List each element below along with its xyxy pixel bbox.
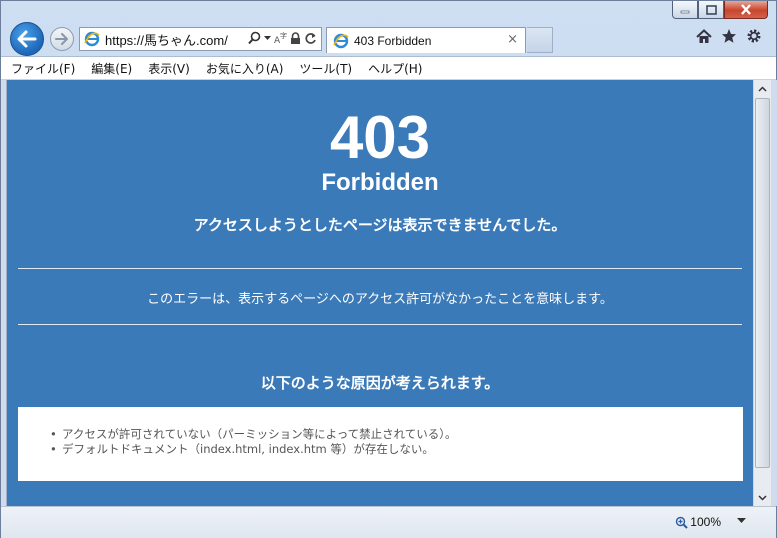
forward-arrow-icon: [55, 33, 68, 45]
maximize-icon: [705, 4, 717, 15]
menu-bar: ファイル(F) 編集(E) 表示(V) お気に入り(A) ツール(T) ヘルプ(…: [1, 56, 776, 80]
search-icon[interactable]: [248, 31, 261, 45]
reason-item: デフォルトドキュメント（index.html, index.htm 等）が存在し…: [50, 442, 457, 457]
favorites-star-icon[interactable]: [721, 28, 737, 44]
address-bar[interactable]: https://馬ちゃん.com/ A字: [79, 27, 322, 51]
reasons-list: アクセスが許可されていない（パーミッション等によって禁止されている）。 デフォル…: [50, 427, 457, 457]
menu-tools[interactable]: ツール(T): [299, 60, 352, 77]
scrollbar-thumb[interactable]: [755, 98, 770, 468]
browser-window: https://馬ちゃん.com/ A字 403 Forbidden × ファイ…: [0, 0, 777, 538]
minimize-icon: [680, 10, 690, 13]
divider-top: [18, 268, 742, 269]
status-bar: 100%: [1, 506, 776, 538]
reasons-box: アクセスが許可されていない（パーミッション等によって禁止されている）。 デフォル…: [18, 407, 743, 481]
menu-favorites[interactable]: お気に入り(A): [206, 60, 284, 77]
address-tools: A字: [248, 31, 317, 45]
address-text: https://馬ちゃん.com/: [105, 32, 228, 48]
page-viewport: 403 Forbidden アクセスしようとしたページは表示できませんでした。 …: [7, 80, 753, 506]
compatibility-icon[interactable]: A字: [274, 31, 287, 45]
error-status: Forbidden: [321, 169, 439, 196]
settings-gear-icon[interactable]: [746, 28, 762, 44]
home-icon[interactable]: [696, 28, 712, 44]
zoom-control[interactable]: 100%: [675, 515, 721, 529]
minimize-button[interactable]: [672, 1, 698, 19]
back-arrow-icon: [17, 30, 37, 48]
back-button[interactable]: [10, 22, 44, 56]
forward-button[interactable]: [50, 27, 74, 51]
browser-command-icons: [696, 28, 762, 44]
vertical-scrollbar[interactable]: [753, 80, 771, 506]
reason-item: アクセスが許可されていない（パーミッション等によって禁止されている）。: [50, 427, 457, 442]
chevron-up-icon: [758, 85, 767, 92]
svg-text:字: 字: [280, 31, 287, 40]
lock-icon[interactable]: [290, 31, 301, 45]
reasons-heading: 以下のような原因が考えられます。: [260, 374, 500, 392]
menu-view[interactable]: 表示(V): [148, 60, 190, 77]
ie-icon: [84, 31, 100, 47]
tab-403-forbidden[interactable]: 403 Forbidden ×: [326, 27, 526, 53]
tab-title: 403 Forbidden: [354, 33, 432, 48]
menu-file[interactable]: ファイル(F): [11, 60, 75, 77]
divider-bottom: [18, 324, 742, 325]
tab-close-button[interactable]: ×: [507, 33, 518, 47]
maximize-button[interactable]: [698, 1, 724, 19]
dropdown-icon[interactable]: [264, 35, 271, 41]
zoom-dropdown-icon[interactable]: [737, 518, 746, 524]
scroll-up-button[interactable]: [754, 80, 771, 97]
chevron-down-icon: [758, 494, 767, 501]
menu-help[interactable]: ヘルプ(H): [368, 60, 422, 77]
zoom-icon: [676, 516, 689, 529]
zoom-level: 100%: [690, 515, 721, 529]
window-controls: [672, 1, 768, 19]
menu-edit[interactable]: 編集(E): [91, 60, 132, 77]
new-tab-button[interactable]: [527, 27, 553, 53]
scroll-down-button[interactable]: [754, 489, 771, 506]
refresh-icon[interactable]: [304, 32, 317, 45]
close-window-button[interactable]: [724, 1, 768, 19]
ie-icon: [333, 33, 349, 48]
window-right-border: [771, 80, 777, 506]
close-icon: [741, 4, 751, 15]
error-message: アクセスしようとしたページは表示できませんでした。: [193, 216, 567, 234]
error-code: 403: [329, 104, 431, 171]
error-description: このエラーは、表示するページへのアクセス許可がなかったことを意味します。: [147, 292, 613, 307]
navigation-bar: https://馬ちゃん.com/ A字 403 Forbidden ×: [1, 19, 776, 57]
